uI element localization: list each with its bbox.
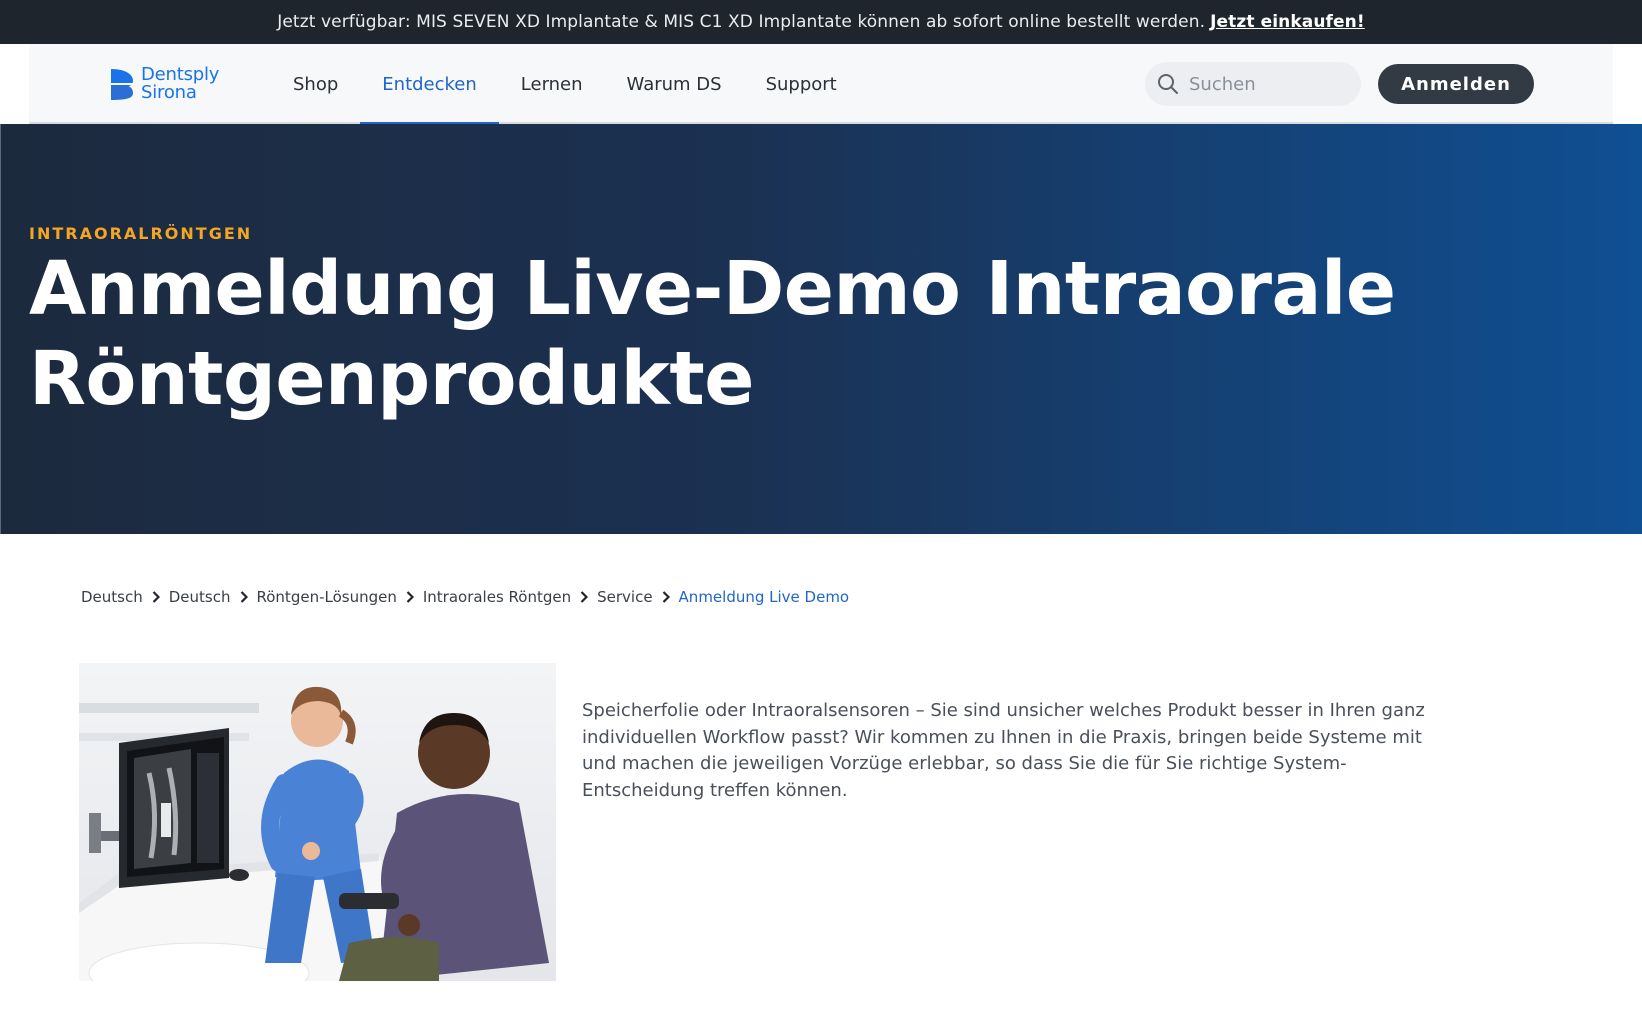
nav-entdecken[interactable]: Entdecken bbox=[360, 44, 499, 126]
announcement-text: Jetzt verfügbar: MIS SEVEN XD Implantate… bbox=[277, 12, 1206, 32]
breadcrumb-item[interactable]: Röntgen-Lösungen bbox=[257, 588, 397, 606]
chevron-right-icon bbox=[401, 590, 419, 604]
page-title: Anmeldung Live-Demo Intraorale Röntgenpr… bbox=[29, 246, 1396, 422]
search-input[interactable] bbox=[1189, 73, 1339, 95]
breadcrumb-current[interactable]: Anmeldung Live Demo bbox=[679, 588, 850, 606]
nav-shop[interactable]: Shop bbox=[271, 44, 360, 124]
main-nav: Shop Entdecken Lernen Warum DS Support bbox=[271, 44, 859, 126]
nav-warum-ds[interactable]: Warum DS bbox=[605, 44, 744, 124]
breadcrumb-item[interactable]: Deutsch bbox=[169, 588, 231, 606]
demo-photo-illustration bbox=[79, 663, 556, 981]
chevron-right-icon bbox=[657, 590, 675, 604]
breadcrumb: Deutsch Deutsch Röntgen-Lösungen Intraor… bbox=[81, 588, 849, 606]
logo-text-line2: Sirona bbox=[141, 82, 197, 103]
hero-banner: INTRAORALRÖNTGEN Anmeldung Live-Demo Int… bbox=[0, 124, 1642, 534]
nav-support[interactable]: Support bbox=[744, 44, 859, 124]
signin-button[interactable]: Anmelden bbox=[1378, 64, 1534, 104]
search-box[interactable] bbox=[1145, 62, 1361, 106]
breadcrumb-item[interactable]: Service bbox=[597, 588, 652, 606]
chevron-right-icon bbox=[235, 590, 253, 604]
demo-photo bbox=[79, 663, 556, 981]
dentsply-sirona-logo[interactable]: Dentsply Sirona bbox=[109, 66, 219, 102]
hero-eyebrow: INTRAORALRÖNTGEN bbox=[29, 224, 253, 243]
dentsply-logo-icon bbox=[111, 69, 133, 100]
breadcrumb-item[interactable]: Deutsch bbox=[81, 588, 143, 606]
intro-paragraph: Speicherfolie oder Intraoralsensoren – S… bbox=[582, 700, 1425, 801]
chevron-right-icon bbox=[147, 590, 165, 604]
chevron-right-icon bbox=[575, 590, 593, 604]
nav-lernen[interactable]: Lernen bbox=[499, 44, 605, 124]
site-header: Dentsply Sirona Shop Entdecken Lernen Wa… bbox=[29, 44, 1613, 126]
shop-now-link[interactable]: Jetzt einkaufen! bbox=[1210, 12, 1365, 32]
search-icon bbox=[1158, 74, 1178, 94]
breadcrumb-item[interactable]: Intraorales Röntgen bbox=[423, 588, 571, 606]
announcement-bar: Jetzt verfügbar: MIS SEVEN XD Implantate… bbox=[0, 0, 1642, 44]
